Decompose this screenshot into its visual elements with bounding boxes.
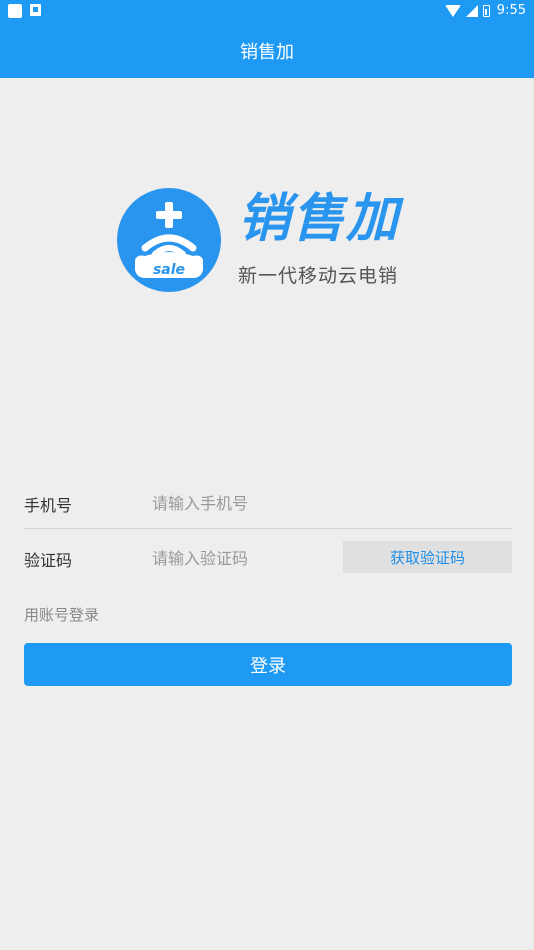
logo-text: sale (153, 262, 185, 278)
system-icons: 9:55 (444, 3, 526, 18)
phone-row: 手机号 (24, 478, 512, 529)
brand-subtitle: 新一代移动云电销 (238, 265, 399, 287)
code-input[interactable] (152, 543, 352, 573)
account-login-link[interactable]: 用账号登录 (24, 604, 99, 625)
login-button[interactable]: 登录 (24, 643, 512, 686)
wifi-icon (444, 4, 461, 17)
get-code-button[interactable]: 获取验证码 (343, 541, 512, 573)
page-title: 销售加 (240, 42, 294, 63)
phone-input[interactable] (152, 488, 352, 518)
phone-plus-logo-icon: sale (117, 188, 221, 292)
notification-icons (8, 4, 41, 18)
brand-title: 销售加 (238, 189, 401, 249)
battery-icon (482, 4, 490, 17)
phone-label: 手机号 (24, 496, 73, 515)
code-row: 验证码 获取验证码 (24, 533, 512, 583)
app-notification-icon (30, 4, 41, 16)
code-label: 验证码 (24, 551, 73, 570)
status-time: 9:55 (496, 3, 526, 18)
brand-logo: sale 销售加 新一代移动云电销 (117, 188, 417, 292)
notification-icon (8, 4, 22, 18)
signal-icon (465, 4, 478, 17)
app-bar: 销售加 (0, 24, 534, 78)
status-bar: 9:55 (0, 0, 534, 24)
